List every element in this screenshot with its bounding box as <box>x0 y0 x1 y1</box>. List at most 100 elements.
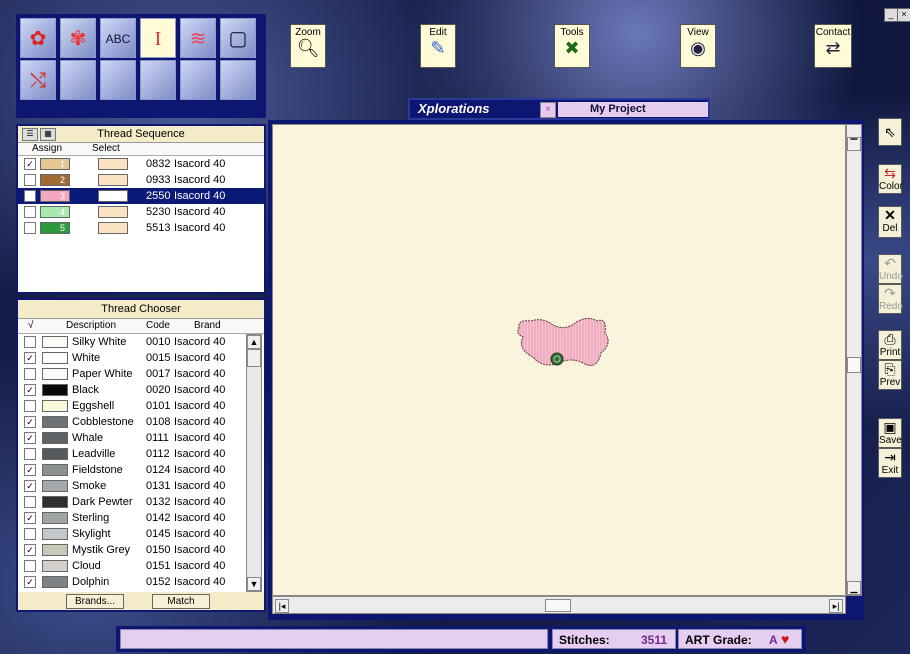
assign-checkbox[interactable] <box>24 222 36 234</box>
thread-chooser-row[interactable]: Cloud 0151 Isacord 40 <box>18 558 264 574</box>
thread-chooser-row[interactable]: ✓ Smoke 0131 Isacord 40 <box>18 478 264 494</box>
scroll-thumb[interactable] <box>247 349 261 367</box>
thread-select-checkbox[interactable]: ✓ <box>24 432 36 444</box>
thread-chooser-row[interactable]: ✓ White 0015 Isacord 40 <box>18 350 264 366</box>
project-tab[interactable]: My Project <box>558 102 708 117</box>
thread-sequence-row[interactable]: ✓ 3 2550 Isacord 40 <box>18 188 264 204</box>
thread-color-swatch[interactable] <box>40 222 70 234</box>
thread-chooser-row[interactable]: ✓ Black 0020 Isacord 40 <box>18 382 264 398</box>
exit-button[interactable]: ⇥ Exit <box>878 448 902 478</box>
canvas-scroll-up-button[interactable]: ▔ <box>847 137 861 151</box>
flower-tool-button[interactable]: ✾ <box>60 18 96 58</box>
save-button[interactable]: ▣ Save <box>878 418 902 448</box>
text-cursor-tool-button[interactable]: I <box>140 18 176 58</box>
delete-button[interactable]: ✕ Del <box>878 206 902 238</box>
canvas-horizontal-scrollbar[interactable]: |◂ ▸| <box>272 596 846 614</box>
canvas-vertical-scrollbar[interactable]: ▔ ▁ <box>846 124 862 596</box>
thread-chooser-row[interactable]: Paper White 0017 Isacord 40 <box>18 366 264 382</box>
color-button[interactable]: ⇆ Color <box>878 164 903 194</box>
canvas-vscroll-thumb[interactable] <box>847 357 861 373</box>
thread-chooser-row[interactable]: Skylight 0145 Isacord 40 <box>18 526 264 542</box>
thread-select-checkbox[interactable]: ✓ <box>24 384 36 396</box>
embroidery-design[interactable] <box>513 315 623 375</box>
thread-chooser-row[interactable]: Silky White 0010 Isacord 40 <box>18 334 264 350</box>
check-column-header[interactable]: √ <box>28 319 34 333</box>
close-button[interactable]: × <box>897 8 910 22</box>
match-button[interactable]: Match <box>152 594 210 609</box>
thread-select-checkbox[interactable]: ✓ <box>24 576 36 588</box>
select-swatch[interactable] <box>98 158 128 170</box>
assign-checkbox[interactable] <box>24 206 36 218</box>
select-swatch[interactable] <box>98 174 128 186</box>
assign-checkbox[interactable] <box>24 174 36 186</box>
thread-sequence-row[interactable]: 4 5230 Isacord 40 <box>18 204 264 220</box>
preview-button[interactable]: ⎘ Prev <box>878 360 902 390</box>
thread-select-checkbox[interactable] <box>24 528 36 540</box>
thread-chooser-row[interactable]: Dark Pewter 0132 Isacord 40 <box>18 494 264 510</box>
select-pointer-button[interactable]: ⇖ <box>878 118 902 146</box>
grid-view-icon[interactable]: ▦ <box>40 128 56 141</box>
thread-chooser-row[interactable]: ✓ Cobblestone 0108 Isacord 40 <box>18 414 264 430</box>
assign-checkbox[interactable]: ✓ <box>24 158 36 170</box>
edit-button[interactable]: Edit ✎ <box>420 24 456 68</box>
thread-chooser-row[interactable]: ✓ Whale 0111 Isacord 40 <box>18 430 264 446</box>
thread-select-checkbox[interactable] <box>24 368 36 380</box>
brands-button[interactable]: Brands... <box>66 594 124 609</box>
canvas-scroll-left-button[interactable]: |◂ <box>275 599 289 613</box>
thread-select-checkbox[interactable]: ✓ <box>24 480 36 492</box>
thread-color-swatch[interactable] <box>40 174 70 186</box>
thread-chooser-row[interactable]: ✓ Mystik Grey 0150 Isacord 40 <box>18 542 264 558</box>
thread-color-swatch[interactable] <box>40 190 70 202</box>
minimize-button[interactable]: _ <box>884 8 898 22</box>
thread-color-swatch[interactable] <box>40 206 70 218</box>
select-swatch[interactable] <box>98 206 128 218</box>
scroll-up-button[interactable]: ▲ <box>247 335 261 349</box>
lettering-tool-button[interactable]: ABC <box>100 18 136 58</box>
thread-select-checkbox[interactable]: ✓ <box>24 512 36 524</box>
select-swatch[interactable] <box>98 222 128 234</box>
zoom-button[interactable]: Zoom 🔍︎ <box>290 24 326 68</box>
description-column-header[interactable]: Description <box>66 319 116 333</box>
redo-button[interactable]: ↷ Redo <box>878 284 903 314</box>
fill-pattern-tool-button[interactable]: ≋ <box>180 18 216 58</box>
thread-chooser-scrollbar[interactable]: ▲ ▼ <box>246 334 262 592</box>
canvas-scroll-down-button[interactable]: ▁ <box>847 581 861 595</box>
thread-select-checkbox[interactable] <box>24 560 36 572</box>
thread-chooser-row[interactable]: ✓ Sterling 0142 Isacord 40 <box>18 510 264 526</box>
undo-button[interactable]: ↶ Undo <box>878 254 903 284</box>
thread-select-checkbox[interactable]: ✓ <box>24 416 36 428</box>
outline-tool-button[interactable]: ▢ <box>220 18 256 58</box>
design-canvas[interactable] <box>272 124 846 596</box>
thread-sequence-row[interactable]: ✓ 1 0832 Isacord 40 <box>18 156 264 172</box>
thread-select-checkbox[interactable] <box>24 496 36 508</box>
thread-chooser-row[interactable]: Eggshell 0101 Isacord 40 <box>18 398 264 414</box>
thread-select-checkbox[interactable] <box>24 448 36 460</box>
canvas-hscroll-thumb[interactable] <box>545 599 571 612</box>
list-view-icon[interactable]: ☰ <box>22 128 38 141</box>
select-swatch[interactable] <box>98 190 128 202</box>
thread-select-checkbox[interactable]: ✓ <box>24 464 36 476</box>
code-column-header[interactable]: Code <box>146 319 170 333</box>
thread-chooser-row[interactable]: ✓ Dolphin 0152 Isacord 40 <box>18 574 264 590</box>
project-tab-close-button[interactable]: × <box>540 102 556 118</box>
assign-checkbox[interactable]: ✓ <box>24 190 36 202</box>
thread-chooser-row[interactable]: ✓ Fieldstone 0124 Isacord 40 <box>18 462 264 478</box>
view-button[interactable]: View ◉ <box>680 24 716 68</box>
thread-chooser-row[interactable]: Leadville 0112 Isacord 40 <box>18 446 264 462</box>
scroll-down-button[interactable]: ▼ <box>247 577 261 591</box>
applique-tool-button[interactable]: ✿ <box>20 18 56 58</box>
thread-sequence-row[interactable]: 2 0933 Isacord 40 <box>18 172 264 188</box>
thread-sequence-row[interactable]: 5 5513 Isacord 40 <box>18 220 264 236</box>
transform-tool-button[interactable]: ⤭ <box>20 60 56 100</box>
thread-select-checkbox[interactable]: ✓ <box>24 352 36 364</box>
stitch-start-marker-icon <box>550 352 564 366</box>
tools-button[interactable]: Tools ✖ <box>554 24 590 68</box>
contact-button[interactable]: Contact ⇄ <box>814 24 852 68</box>
print-button[interactable]: ⎙ Print <box>878 330 902 360</box>
brand-column-header[interactable]: Brand <box>194 319 221 333</box>
thread-select-checkbox[interactable]: ✓ <box>24 544 36 556</box>
thread-color-swatch[interactable] <box>40 158 70 170</box>
thread-select-checkbox[interactable] <box>24 400 36 412</box>
thread-select-checkbox[interactable] <box>24 336 36 348</box>
canvas-scroll-right-button[interactable]: ▸| <box>829 599 843 613</box>
